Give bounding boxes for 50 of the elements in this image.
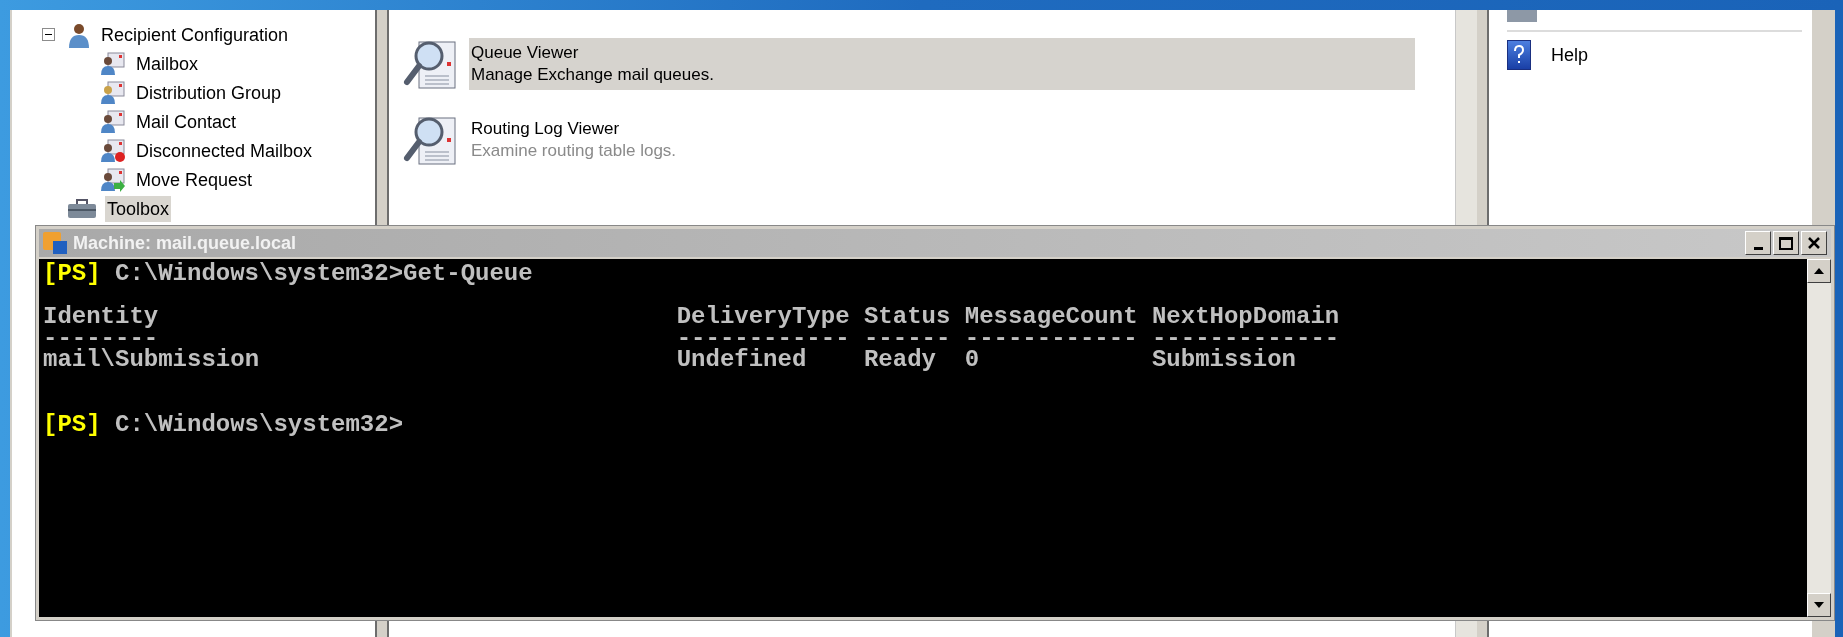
tree-item[interactable]: Toolbox	[105, 195, 172, 222]
table-cell-text: 0	[964, 349, 981, 371]
table-cell-text: mail\Submission	[43, 349, 261, 371]
close-button[interactable]	[1801, 231, 1827, 255]
mailbox-arrow-icon	[100, 167, 126, 192]
contact-card-icon	[100, 109, 126, 134]
column-header: MessageCount	[964, 306, 1139, 328]
tree-item[interactable]: Disconnected Mailbox	[134, 137, 315, 164]
window-title: Machine: mail.queue.local	[73, 231, 297, 255]
column-rule: --------	[43, 327, 159, 349]
column-rule: ------------	[964, 327, 1139, 349]
column-header: NextHopDomain	[1151, 306, 1341, 328]
prompt-text: C:\Windows\system32>	[115, 413, 404, 435]
tree-item[interactable]: Move Request	[134, 166, 255, 193]
table-cell-text: Submission	[1151, 349, 1297, 371]
up-arrow-icon	[1814, 268, 1824, 274]
person-icon	[67, 21, 91, 48]
down-arrow-icon	[1814, 602, 1824, 608]
prompt-text: C:\Windows\system32>Get-Queue	[115, 263, 533, 285]
table-cell-text: Undefined	[676, 349, 808, 371]
console-app-icon	[43, 232, 67, 254]
tool-title: Queue Viewer	[471, 42, 580, 64]
scroll-up-button[interactable]	[1807, 259, 1831, 283]
minimize-button[interactable]	[1745, 231, 1771, 255]
tool-item[interactable]: Routing Log Viewer Examine routing table logs.	[469, 114, 1415, 166]
prompt-tag: [PS]	[43, 263, 101, 285]
help-icon	[1507, 40, 1531, 70]
action-link[interactable]: Help	[1551, 41, 1589, 69]
tree-item[interactable]: Mail Contact	[134, 108, 239, 135]
tree-item[interactable]: Distribution Group	[134, 79, 284, 106]
table-cell-text: Ready	[863, 349, 937, 371]
toolbox-icon	[67, 198, 97, 219]
tree-item[interactable]: Mailbox	[134, 50, 201, 77]
column-rule: ------	[863, 327, 952, 349]
tool-title: Routing Log Viewer	[471, 118, 621, 140]
scroll-down-button[interactable]	[1807, 593, 1831, 617]
column-rule: ------------	[676, 327, 851, 349]
column-header: DeliveryType	[676, 306, 851, 328]
column-rule: -------------	[1151, 327, 1341, 349]
tool-description: Examine routing table logs.	[471, 140, 678, 162]
tree-item[interactable]: Recipient Configuration	[99, 21, 291, 48]
mailbox-users-icon	[100, 51, 126, 76]
column-header: Identity	[43, 306, 160, 328]
collapse-icon[interactable]	[42, 28, 55, 41]
tool-description: Manage Exchange mail queues.	[471, 64, 715, 86]
close-icon	[1807, 236, 1821, 250]
prompt-tag: [PS]	[43, 413, 101, 435]
maximize-button[interactable]	[1773, 231, 1799, 255]
tool-item[interactable]: Queue Viewer Manage Exchange mail queues.	[469, 38, 1415, 90]
column-header: Status	[863, 306, 952, 328]
